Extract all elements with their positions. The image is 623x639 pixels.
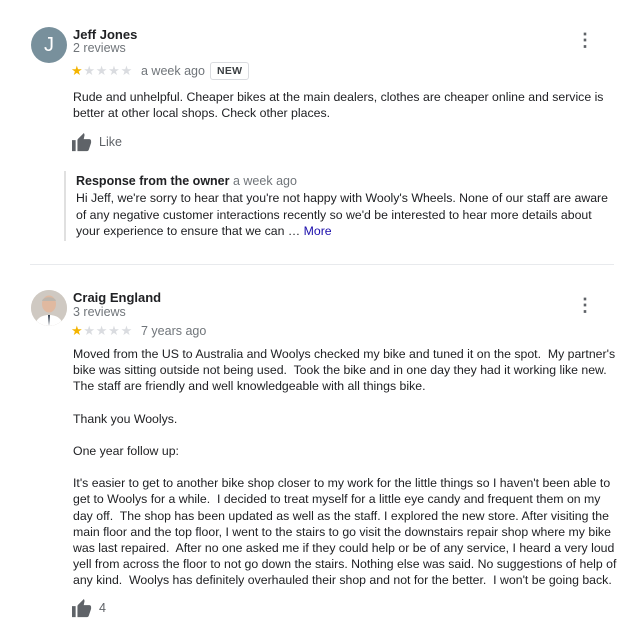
owner-response-time: a week ago: [232, 174, 297, 188]
like-label: Like: [99, 135, 122, 149]
star-icon: ★: [95, 323, 108, 338]
reviewer-review-count: 2 reviews: [73, 41, 126, 55]
more-options-icon[interactable]: ⋮: [576, 30, 594, 50]
review-time: a week ago: [141, 64, 205, 78]
like-button[interactable]: 4: [71, 598, 106, 618]
new-badge: NEW: [210, 62, 250, 80]
thumbs-up-icon: [72, 132, 92, 152]
owner-response-header: Response from the owner a week ago: [76, 174, 297, 188]
avatar[interactable]: J: [31, 27, 67, 63]
owner-response-title: Response from the owner: [76, 174, 230, 188]
reviewer-review-count: 3 reviews: [73, 305, 126, 319]
star-icon: ★: [71, 63, 83, 78]
reviewer-name[interactable]: Craig England: [73, 290, 161, 305]
like-count: 4: [99, 601, 106, 615]
star-rating: ★ ★ ★ ★ ★: [71, 324, 133, 338]
review-divider: [30, 264, 614, 265]
star-icon: ★: [108, 63, 120, 78]
owner-response: Response from the owner a week ago Hi Je…: [64, 171, 618, 241]
star-icon: ★: [83, 63, 96, 78]
thumbs-up-icon: [72, 598, 92, 618]
star-icon: ★: [83, 323, 96, 338]
star-icon: ★: [120, 63, 133, 78]
star-icon: ★: [71, 323, 83, 338]
owner-response-text: Hi Jeff, we're sorry to hear that you're…: [76, 191, 608, 238]
review-text: Moved from the US to Australia and Wooly…: [73, 347, 617, 588]
person-photo: [31, 290, 67, 326]
like-button[interactable]: Like: [71, 132, 122, 152]
avatar[interactable]: [31, 290, 67, 326]
star-icon: ★: [108, 323, 120, 338]
star-icon: ★: [95, 63, 108, 78]
reviewer-name[interactable]: Jeff Jones: [73, 27, 137, 42]
review-text: Rude and unhelpful. Cheaper bikes at the…: [73, 90, 607, 121]
star-rating: ★ ★ ★ ★ ★: [71, 64, 133, 78]
star-icon: ★: [120, 323, 133, 338]
review-time: 7 years ago: [141, 324, 207, 338]
more-options-icon[interactable]: ⋮: [576, 295, 594, 315]
more-link[interactable]: More: [304, 224, 332, 238]
owner-response-text-block: Hi Jeff, we're sorry to hear that you're…: [76, 190, 611, 240]
